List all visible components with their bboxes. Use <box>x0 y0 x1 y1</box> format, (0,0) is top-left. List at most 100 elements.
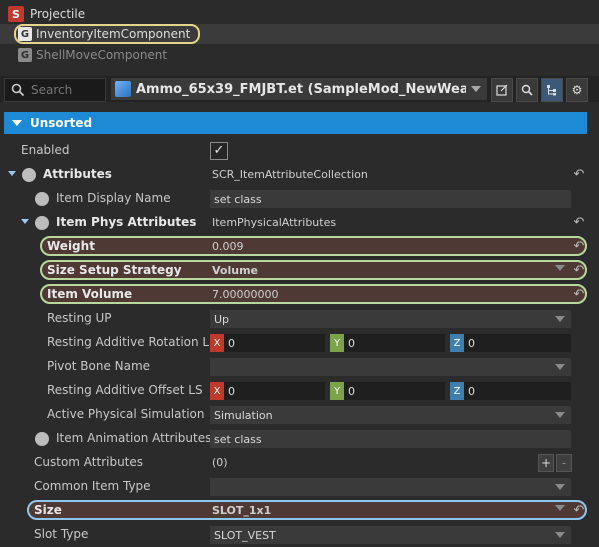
prop-label: Resting Additive Rotation LS <box>47 335 217 349</box>
prop-label: Slot Type <box>34 527 89 541</box>
prop-label: Custom Attributes <box>34 455 144 469</box>
prop-label: Active Physical Simulation <box>47 407 205 421</box>
expand-arrow-icon[interactable] <box>8 171 16 176</box>
chevron-down-icon <box>555 505 565 511</box>
open-external-button[interactable] <box>491 78 513 102</box>
magnifier-icon <box>521 84 533 96</box>
prop-custom-attributes: Custom Attributes (0) + - <box>0 451 599 475</box>
prop-label: Size <box>34 503 62 517</box>
hierarchy-button[interactable] <box>541 78 563 102</box>
object-circle-icon <box>35 432 49 446</box>
settings-button[interactable]: ⚙ <box>566 78 588 102</box>
offset-z-field[interactable]: Z0 <box>450 382 571 400</box>
prop-label: Enabled <box>21 143 70 157</box>
active-sim-dropdown[interactable]: Simulation <box>210 406 571 424</box>
prop-pivot-bone-name: Pivot Bone Name <box>0 355 599 379</box>
prop-class-value: SCR_ItemAttributeCollection <box>212 168 368 181</box>
object-circle-icon <box>22 168 36 182</box>
x-axis-label: X <box>210 334 224 352</box>
item-volume-field[interactable]: 7.00000000 <box>212 288 278 301</box>
prop-label: Pivot Bone Name <box>47 359 151 373</box>
remove-item-button[interactable]: - <box>556 454 572 472</box>
chevron-down-icon <box>555 532 565 538</box>
chevron-down-icon <box>555 364 565 370</box>
reset-icon[interactable]: ↶ <box>571 287 587 303</box>
search-input[interactable]: Search <box>4 78 106 102</box>
add-item-button[interactable]: + <box>538 454 554 472</box>
offset-y-field[interactable]: Y0 <box>330 382 445 400</box>
component-icon: G <box>18 48 32 62</box>
reset-icon[interactable]: ↶ <box>571 167 587 183</box>
resting-up-dropdown[interactable]: Up <box>210 310 571 328</box>
prop-label: Attributes <box>43 167 112 181</box>
rotation-y-field[interactable]: Y0 <box>330 334 445 352</box>
size-setup-dropdown[interactable]: Volume <box>212 264 258 277</box>
field-value: 0 <box>348 336 355 350</box>
tree-item-shellmove-component[interactable]: G ShellMoveComponent <box>0 45 599 65</box>
prop-size: Size SLOT_1x1 ↶ <box>0 499 599 523</box>
field-value: Up <box>214 312 230 326</box>
prop-resting-additive-rotation: Resting Additive Rotation LS X0 Y0 Z0 <box>0 331 599 355</box>
prop-attributes: Attributes SCR_ItemAttributeCollection ↶ <box>0 163 599 187</box>
entity-name: Ammo_65x39_FMJBT.et (SampleMod_NewWeapon <box>136 81 466 97</box>
expand-arrow-icon[interactable] <box>21 219 29 224</box>
field-value: set class <box>214 432 262 446</box>
enabled-checkbox[interactable]: ✓ <box>210 142 228 160</box>
gear-icon: ⚙ <box>571 83 583 97</box>
custom-attrs-count: (0) <box>212 456 228 469</box>
chevron-down-icon <box>555 412 565 418</box>
reset-icon[interactable]: ↶ <box>571 215 587 231</box>
object-circle-icon <box>35 192 49 206</box>
prop-common-item-type: Common Item Type <box>0 475 599 499</box>
chevron-down-icon <box>12 120 22 126</box>
find-button[interactable] <box>516 78 538 102</box>
entity-selector[interactable]: Ammo_65x39_FMJBT.et (SampleMod_NewWeapon <box>111 78 487 100</box>
chevron-down-icon <box>555 265 565 271</box>
category-header-unsorted[interactable]: Unsorted <box>4 112 587 134</box>
prop-resting-additive-offset: Resting Additive Offset LS X0 Y0 Z0 <box>0 379 599 403</box>
tree-item-label: Projectile <box>30 7 86 21</box>
slot-type-dropdown[interactable]: SLOT_VEST <box>210 526 571 544</box>
field-value: 0 <box>468 384 475 398</box>
prop-enabled: Enabled ✓ <box>0 139 599 163</box>
offset-x-field[interactable]: X0 <box>210 382 325 400</box>
prop-label: Common Item Type <box>34 479 151 493</box>
entity-cube-icon <box>115 81 131 97</box>
prop-class-value: ItemPhysicalAttributes <box>212 216 337 229</box>
prop-weight: Weight 0.009 ↶ <box>0 235 599 259</box>
reset-icon[interactable]: ↶ <box>571 503 587 519</box>
category-label: Unsorted <box>30 116 93 130</box>
reset-icon[interactable]: ↶ <box>571 239 587 255</box>
rotation-x-field[interactable]: X0 <box>210 334 325 352</box>
open-external-icon <box>496 84 508 96</box>
prop-label: Item Display Name <box>56 191 171 205</box>
tree-item-projectile[interactable]: S Projectile <box>0 4 599 24</box>
display-name-field[interactable]: set class <box>210 190 571 208</box>
prop-resting-up: Resting UP Up <box>0 307 599 331</box>
chevron-down-icon <box>555 316 565 322</box>
field-value: 0 <box>468 336 475 350</box>
prop-label: Item Phys Attributes <box>56 215 197 229</box>
weight-field[interactable]: 0.009 <box>212 240 244 253</box>
pivot-bone-dropdown[interactable] <box>210 358 571 376</box>
prop-label: Item Volume <box>47 287 133 301</box>
anim-attrs-field[interactable]: set class <box>210 430 571 448</box>
rotation-z-field[interactable]: Z0 <box>450 334 571 352</box>
field-value: SLOT_VEST <box>214 528 276 542</box>
z-axis-label: Z <box>450 382 464 400</box>
prop-label: Item Animation Attributes <box>56 431 212 445</box>
prop-label: Size Setup Strategy <box>47 263 182 277</box>
prop-label: Resting Additive Offset LS <box>47 383 203 397</box>
y-axis-label: Y <box>330 382 344 400</box>
z-axis-label: Z <box>450 334 464 352</box>
size-dropdown[interactable]: SLOT_1x1 <box>212 504 271 517</box>
common-type-dropdown[interactable] <box>210 478 571 496</box>
field-value: 0 <box>348 384 355 398</box>
prop-item-display-name: Item Display Name set class <box>0 187 599 211</box>
search-icon <box>11 83 25 97</box>
tree-item-label: ShellMoveComponent <box>36 48 168 62</box>
highlight-ring <box>27 500 587 520</box>
prop-active-physical-simulation: Active Physical Simulation Simulation <box>0 403 599 427</box>
chevron-down-icon <box>471 86 481 92</box>
reset-icon[interactable]: ↶ <box>571 263 587 279</box>
